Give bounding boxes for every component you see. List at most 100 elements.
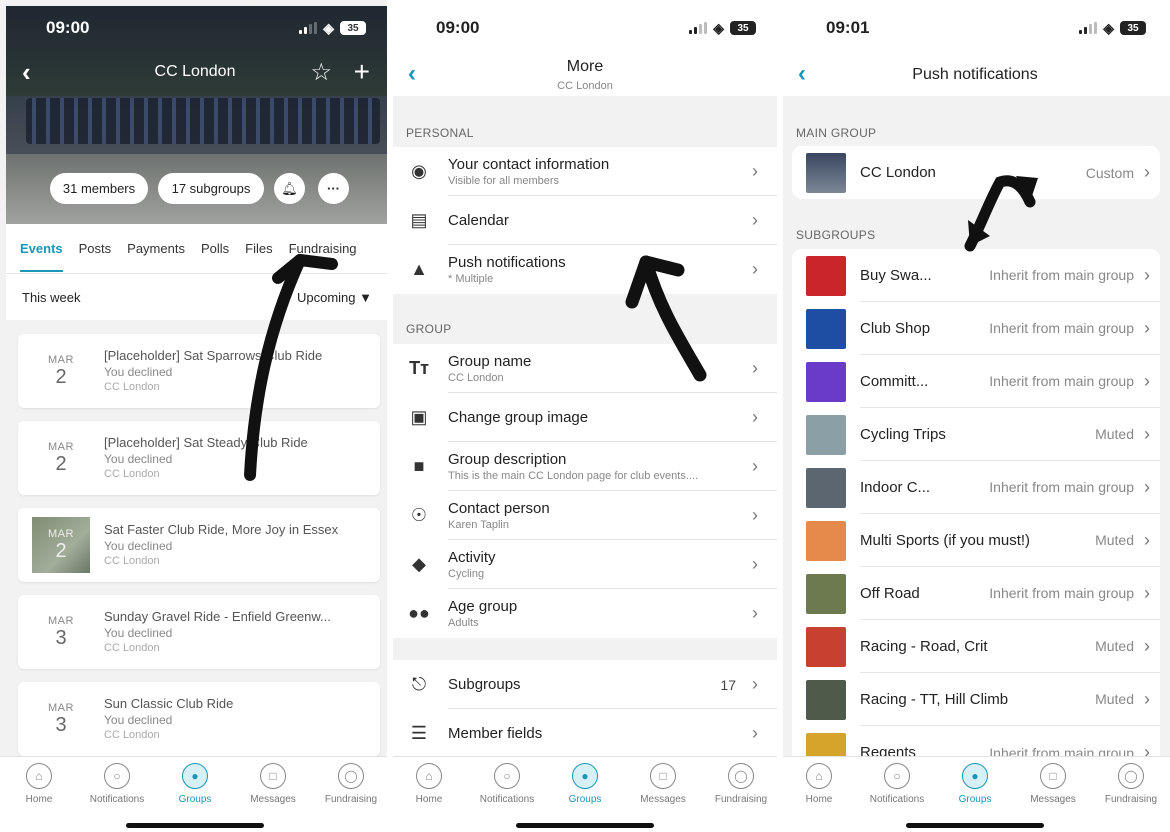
row-group-description[interactable]: ■ Group description This is the main CC L…	[390, 442, 780, 491]
row-activity[interactable]: ◆ Activity Cycling ›	[390, 540, 780, 589]
more-options-icon[interactable]: ···	[318, 173, 349, 204]
row-subgroup[interactable]: Committ... Inherit from main group ›	[792, 355, 1160, 408]
bottom-tab-bar: ⌂ Home ○ Notifications ● Groups □ Messages ◯…	[390, 756, 780, 832]
event-status: You declined	[104, 626, 173, 641]
tab-groups[interactable]: ● Groups	[157, 763, 233, 832]
list-icon: ☰	[410, 723, 428, 743]
tab-payments[interactable]: Payments	[127, 241, 185, 256]
subgroup-setting: Muted	[1095, 691, 1134, 707]
members-chip[interactable]: 31 members	[50, 173, 148, 204]
battery-icon: 35	[340, 21, 366, 35]
row-subgroup[interactable]: Racing - TT, Hill Climb Muted ›	[792, 673, 1160, 726]
subgroups-chip[interactable]: 17 subgroups	[158, 173, 264, 204]
home-icon: ⌂	[806, 763, 832, 789]
status-bar: 09:00 ◈ 35	[0, 0, 390, 56]
row-subgroup[interactable]: Racing - Road, Crit Muted ›	[792, 620, 1160, 673]
subgroups-count: 17	[720, 676, 736, 693]
hierarchy-icon: ⎋	[411, 674, 427, 694]
tab-fundraising[interactable]: Fundraising	[289, 241, 357, 256]
tab-notifications[interactable]: ○ Notifications	[469, 763, 545, 832]
event-card[interactable]: MAR 2 Sat Faster Club Ride, More Joy in E…	[18, 508, 380, 582]
tab-messages[interactable]: □ Messages	[1015, 763, 1091, 832]
tab-groups[interactable]: ● Groups	[937, 763, 1013, 832]
chevron-right-icon: ›	[1144, 477, 1150, 497]
chevron-right-icon: ›	[752, 259, 758, 279]
tab-posts[interactable]: Posts	[79, 241, 112, 256]
event-status: You declined	[104, 539, 173, 554]
event-card[interactable]: MAR 3 Sun Classic Club Ride You declined CC…	[18, 682, 380, 756]
row-subgroup[interactable]: Cycling Trips Muted ›	[792, 408, 1160, 461]
subgroup-setting: Inherit from main group	[989, 585, 1134, 601]
chevron-right-icon: ›	[752, 407, 758, 427]
row-subgroup[interactable]: Buy Swa... Inherit from main group ›	[792, 249, 1160, 302]
star-icon[interactable]: ☆	[310, 58, 332, 87]
row-main-group[interactable]: CC London Custom ›	[792, 146, 1160, 199]
row-age-group[interactable]: ●● Age group Adults ›	[390, 589, 780, 638]
tab-home[interactable]: ⌂ Home	[1, 763, 77, 832]
tab-fundraising[interactable]: ◯ Fundraising	[1093, 763, 1169, 832]
eye-icon: ◉	[411, 161, 427, 181]
mode-dropdown[interactable]: Upcoming ▼	[297, 290, 372, 305]
chevron-right-icon: ›	[1144, 636, 1150, 656]
event-card[interactable]: MAR 2 [Placeholder] Sat Steady Club Ride Y…	[18, 421, 380, 495]
groups-icon: ●	[962, 763, 988, 789]
tab-fundraising[interactable]: ◯ Fundraising	[313, 763, 389, 832]
tab-messages[interactable]: □ Messages	[235, 763, 311, 832]
tab-polls[interactable]: Polls	[201, 241, 229, 256]
wifi-icon: ◈	[1103, 19, 1114, 36]
chevron-right-icon: ›	[752, 210, 758, 230]
chevron-right-icon: ›	[1144, 371, 1150, 391]
tab-notifications[interactable]: ○ Notifications	[859, 763, 935, 832]
person-icon: ☉	[410, 505, 428, 525]
tab-groups[interactable]: ● Groups	[547, 763, 623, 832]
group-settings-list: Tᴛ Group name CC London › ▣ Change group …	[390, 344, 780, 638]
status-time: 09:01	[826, 18, 870, 37]
row-calendar[interactable]: ▤ Calendar ›	[390, 196, 780, 245]
row-contact-information[interactable]: ◉ Your contact information Visible for al…	[390, 147, 780, 196]
back-icon[interactable]: ‹	[22, 57, 31, 88]
group-tabs: Events Posts Payments Polls Files Fundra…	[6, 224, 390, 274]
push-notifications-screen: 09:01 ◈ 35 ‹ Push notifications MAIN GRO…	[780, 0, 1170, 832]
home-indicator	[126, 823, 264, 828]
groups-icon: ●	[572, 763, 598, 789]
row-change-group-image[interactable]: ▣ Change group image ›	[390, 393, 780, 442]
row-subgroup[interactable]: Indoor C... Inherit from main group ›	[792, 461, 1160, 514]
event-group: CC London	[104, 642, 160, 655]
tab-home[interactable]: ⌂ Home	[781, 763, 857, 832]
row-subgroup[interactable]: Off Road Inherit from main group ›	[792, 567, 1160, 620]
row-member-fields[interactable]: ☰ Member fields ›	[390, 709, 780, 758]
bottom-tab-bar: ⌂ Home ○ Notifications ● Groups □ Messages ◯…	[0, 756, 390, 832]
event-card[interactable]: MAR 3 Sunday Gravel Ride - Enfield Greenw…	[18, 595, 380, 669]
chevron-right-icon: ›	[752, 674, 758, 694]
event-date: MAR 2	[48, 353, 74, 388]
status-bar: 09:01 ◈ 35	[780, 0, 1170, 56]
wifi-icon: ◈	[323, 19, 334, 36]
event-date: MAR 3	[48, 614, 74, 649]
tab-messages[interactable]: □ Messages	[625, 763, 701, 832]
period-label[interactable]: This week	[22, 290, 81, 305]
subgroup-thumbnail	[806, 573, 846, 614]
row-subgroup[interactable]: Multi Sports (if you must!) Muted ›	[792, 514, 1160, 567]
event-group: CC London	[104, 729, 160, 742]
row-contact-person[interactable]: ☉ Contact person Karen Taplin ›	[390, 491, 780, 540]
row-subgroups[interactable]: ⎋ Subgroups 17 ›	[390, 660, 780, 709]
notification-bell-icon[interactable]: 🔔︎	[274, 173, 305, 204]
section-main-group: MAIN GROUP	[796, 126, 877, 140]
row-push-notifications[interactable]: ▲ Push notifications * Multiple ›	[390, 245, 780, 294]
subgroup-setting: Muted	[1095, 638, 1134, 654]
row-group-name[interactable]: Tᴛ Group name CC London ›	[390, 344, 780, 393]
tab-events[interactable]: Events	[20, 225, 63, 272]
event-status: You declined	[104, 365, 173, 380]
plus-icon[interactable]: +	[354, 56, 370, 88]
tab-notifications[interactable]: ○ Notifications	[79, 763, 155, 832]
row-subgroup[interactable]: Club Shop Inherit from main group ›	[792, 302, 1160, 355]
tab-fundraising[interactable]: ◯ Fundraising	[703, 763, 779, 832]
event-card[interactable]: MAR 2 [Placeholder] Sat Sparrows Club Rid…	[18, 334, 380, 408]
subgroup-thumbnail	[806, 255, 846, 296]
subgroup-name: Club Shop	[860, 319, 931, 337]
groups-icon: ●	[182, 763, 208, 789]
event-date: MAR 3	[48, 701, 74, 736]
tab-files[interactable]: Files	[245, 241, 272, 256]
tab-home[interactable]: ⌂ Home	[391, 763, 467, 832]
home-indicator	[516, 823, 654, 828]
